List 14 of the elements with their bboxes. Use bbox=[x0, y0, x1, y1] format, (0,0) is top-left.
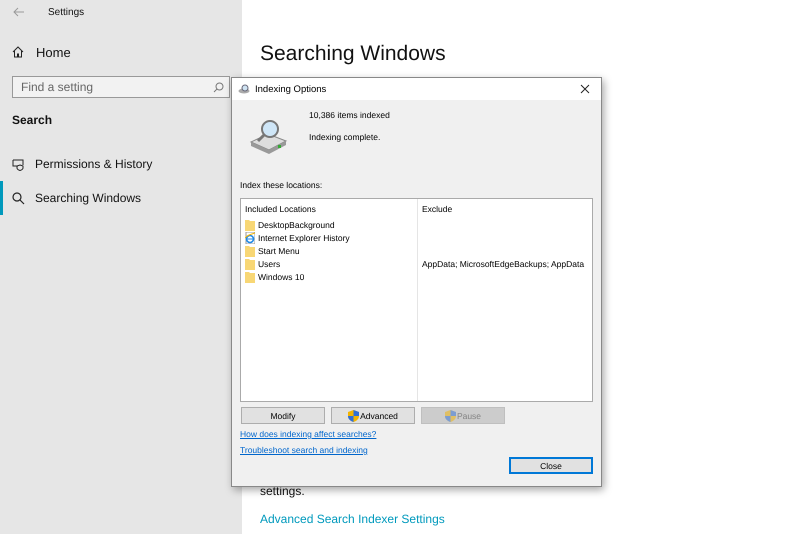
exclude-cell: AppData; MicrosoftEdgeBackups; AppData bbox=[422, 258, 584, 268]
section-heading: Search bbox=[12, 113, 54, 127]
items-count: 10,386 items indexed bbox=[309, 110, 390, 120]
location-cell: Windows 10 bbox=[258, 272, 304, 282]
page-heading: Searching Windows bbox=[260, 42, 447, 66]
body-text: settings. bbox=[260, 484, 306, 498]
location-cell: DesktopBackground bbox=[258, 220, 335, 230]
location-cell: Start Menu bbox=[258, 246, 300, 256]
window-title: Settings bbox=[48, 6, 84, 18]
location-cell: Internet Explorer History bbox=[258, 232, 350, 242]
list-label: Index these locations: bbox=[240, 180, 324, 190]
dialog-title: Indexing Options bbox=[255, 84, 328, 94]
indexing-status: Indexing complete. bbox=[309, 132, 382, 142]
location-cell: Users bbox=[258, 258, 280, 268]
